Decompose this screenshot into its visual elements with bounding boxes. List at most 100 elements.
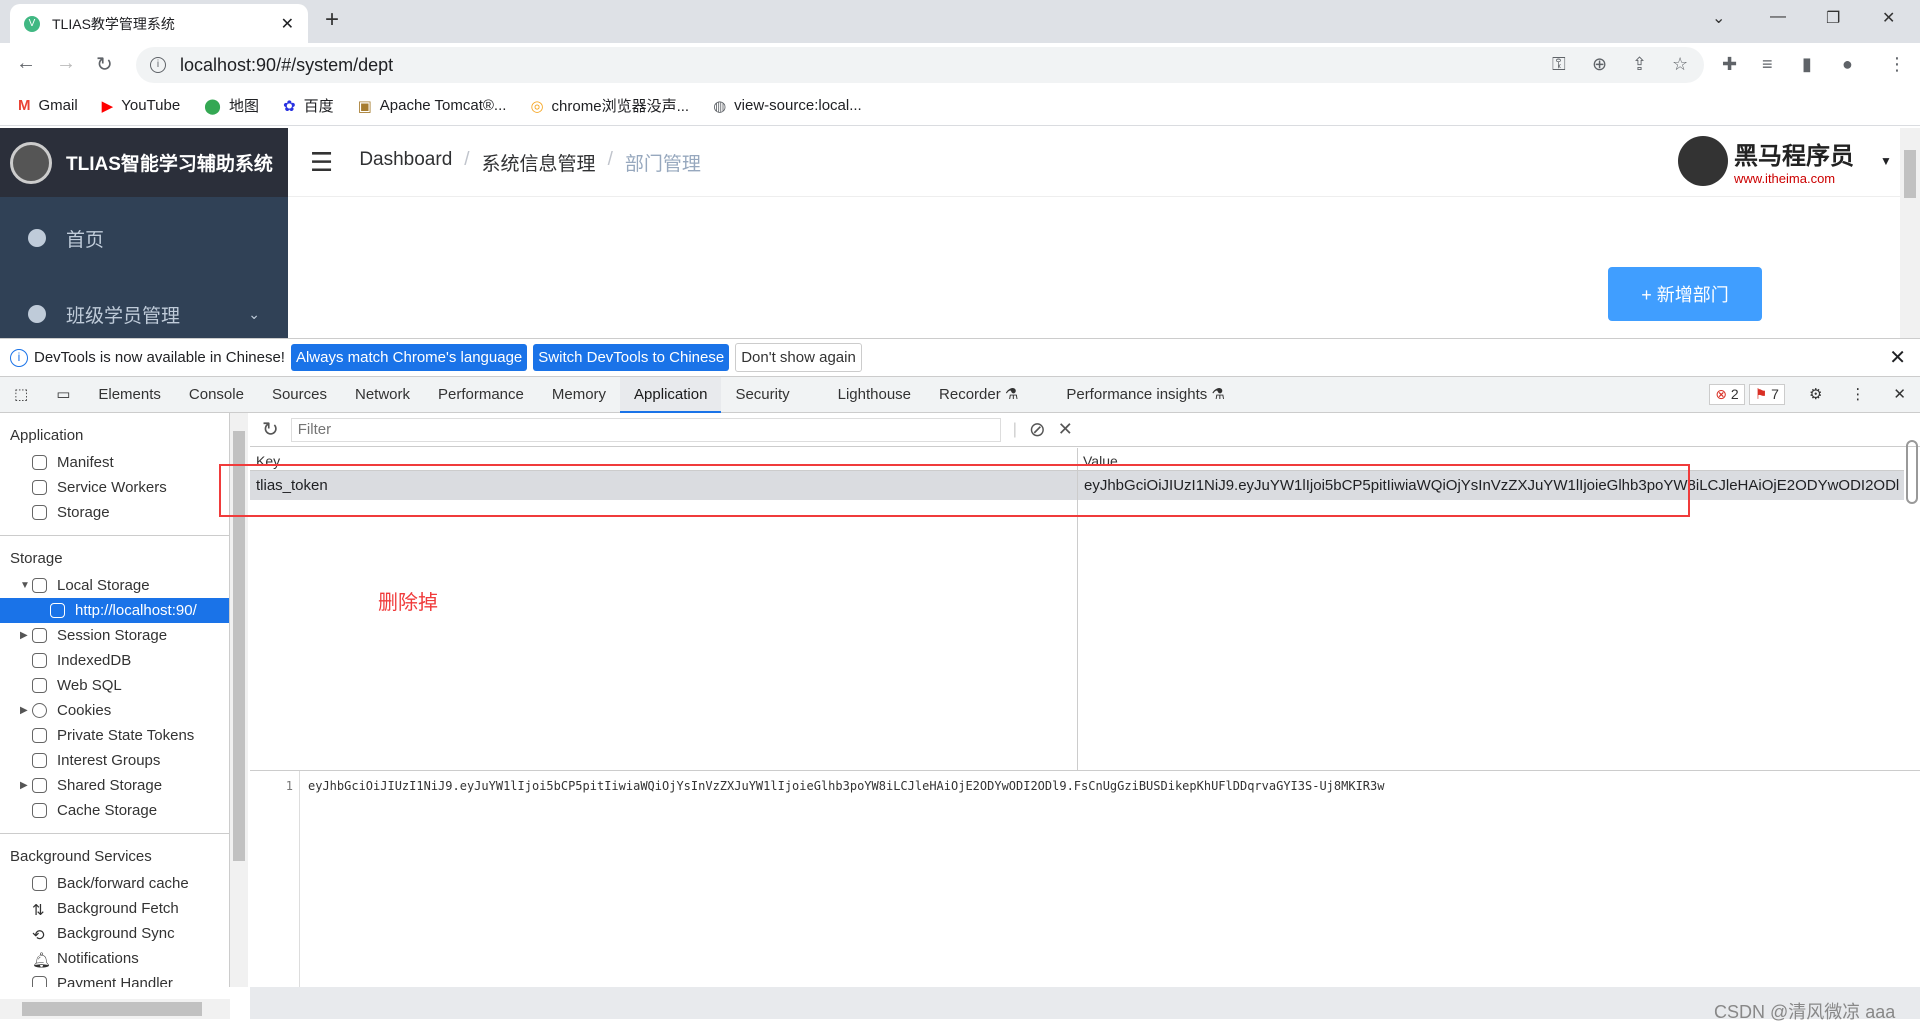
profile-avatar[interactable]: ● <box>1842 54 1853 75</box>
collapsed-arrow-icon[interactable]: ▶ <box>20 630 28 641</box>
sidebar-item-private-state-tokens[interactable]: Private State Tokens <box>0 723 229 748</box>
bookmark-youtube[interactable]: ▶ YouTube <box>102 97 181 115</box>
tab-performance-insights[interactable]: Performance insights ⚗ <box>1052 377 1239 413</box>
sidebar-item-background-fetch[interactable]: ⇅ Background Fetch <box>0 896 229 921</box>
match-language-button[interactable]: Always match Chrome's language <box>290 344 528 371</box>
sidebar-item-manifest[interactable]: Manifest <box>0 450 229 475</box>
forward-icon[interactable]: → <box>56 52 76 75</box>
sidebar-item-shared-storage[interactable]: ▶ Shared Storage <box>0 773 229 798</box>
star-icon[interactable]: ☆ <box>1672 54 1688 75</box>
media-icon[interactable]: ≡ <box>1762 54 1773 75</box>
page-scrollbar[interactable] <box>1900 128 1920 338</box>
minimize-button[interactable]: — <box>1770 8 1786 26</box>
bookmark-baidu[interactable]: ✿ 百度 <box>283 95 334 116</box>
tomcat-icon: ▣ <box>357 97 372 115</box>
sidebar-item-notifications[interactable]: 🔔︎ Notifications <box>0 946 229 971</box>
hamburger-icon[interactable]: ☰ <box>310 147 333 178</box>
sidebar-item-background-sync[interactable]: ⟲ Background Sync <box>0 921 229 946</box>
close-devtools-icon[interactable]: ✕ <box>1879 377 1920 413</box>
menu-icon <box>28 305 46 323</box>
filter-input[interactable] <box>290 417 1001 442</box>
settings-gear-icon[interactable]: ⚙ <box>1795 377 1836 413</box>
sidebar-horizontal-scrollbar[interactable] <box>0 999 230 1019</box>
restore-button[interactable]: ❐ <box>1826 8 1840 28</box>
sidebar-item-storage[interactable]: Storage <box>0 500 229 525</box>
sidebar-item-session-storage[interactable]: ▶ Session Storage <box>0 623 229 648</box>
refresh-icon[interactable]: ↻ <box>262 417 279 442</box>
brand-logo[interactable]: 黑马程序员 www.itheima.com ▼ <box>1678 136 1892 186</box>
extensions-icon[interactable]: ✚ <box>1722 54 1737 75</box>
side-panel-icon[interactable]: ▮ <box>1802 54 1812 75</box>
breadcrumb-current: 部门管理 <box>624 153 701 175</box>
sidebar-item-interest-groups[interactable]: Interest Groups <box>0 748 229 773</box>
close-tab-icon[interactable]: ✕ <box>281 14 294 34</box>
bookmark-tomcat[interactable]: ▣ Apache Tomcat®... <box>358 97 507 115</box>
tab-console[interactable]: Console <box>175 377 258 413</box>
info-icon[interactable]: i <box>150 57 166 73</box>
csdn-icon: ◎ <box>530 97 544 115</box>
bookmark-gmail[interactable]: M Gmail <box>18 97 78 114</box>
inspect-icon[interactable]: ⬚ <box>0 377 42 413</box>
sidebar-item-local-storage[interactable]: ▼ Local Storage <box>0 573 229 598</box>
sidebar-item-back-forward-cache[interactable]: Back/forward cache <box>0 871 229 896</box>
tab-security[interactable]: Security <box>721 377 803 413</box>
sidebar-item-cache-storage[interactable]: Cache Storage <box>0 798 229 823</box>
dont-show-again-button[interactable]: Don't show again <box>735 343 862 372</box>
switch-chinese-button[interactable]: Switch DevTools to Chinese <box>533 344 730 371</box>
menu-item-home[interactable]: 首页 <box>0 203 288 273</box>
zoom-icon[interactable]: ⊕ <box>1592 54 1607 75</box>
database-icon <box>32 753 47 768</box>
tab-memory[interactable]: Memory <box>538 377 620 413</box>
back-icon[interactable]: ← <box>16 52 36 75</box>
tab-network[interactable]: Network <box>341 377 424 413</box>
issues-count-badge[interactable]: ⚑ 7 <box>1748 384 1785 405</box>
new-tab-button[interactable]: + <box>325 6 339 34</box>
sidebar-item-cookies[interactable]: ▶ Cookies <box>0 698 229 723</box>
file-icon <box>32 455 47 470</box>
clear-all-icon[interactable]: ⊘ <box>1029 417 1046 442</box>
breadcrumb: Dashboard / 系统信息管理 / 部门管理 <box>359 148 701 176</box>
expanded-arrow-icon[interactable]: ▼ <box>20 580 30 591</box>
vue-favicon-icon: V <box>24 15 40 32</box>
sidebar-item-service-workers[interactable]: Service Workers <box>0 475 229 500</box>
address-bar[interactable]: i localhost:90/#/system/dept <box>136 47 1704 83</box>
sidebar-item-indexeddb[interactable]: IndexedDB <box>0 648 229 673</box>
caret-down-icon[interactable]: ▼ <box>1880 154 1892 168</box>
sync-icon: ⟲ <box>32 927 45 944</box>
table-icon <box>50 603 65 618</box>
tab-sources[interactable]: Sources <box>258 377 341 413</box>
reload-icon[interactable]: ↻ <box>96 52 113 77</box>
tab-lighthouse[interactable]: Lighthouse <box>824 377 925 413</box>
error-count-badge[interactable]: ⊗ 2 <box>1709 384 1745 405</box>
share-icon[interactable]: ⇪ <box>1632 54 1647 75</box>
breadcrumb-system: 系统信息管理 <box>481 153 596 175</box>
bookmark-maps[interactable]: ⬤ 地图 <box>204 95 259 116</box>
bookmark-chrome-article[interactable]: ◎ chrome浏览器没声... <box>530 95 689 116</box>
baidu-icon: ✿ <box>282 97 296 115</box>
tab-application[interactable]: Application <box>620 376 722 413</box>
browser-tab[interactable]: V TLIAS教学管理系统 ✕ <box>10 4 308 43</box>
add-department-button[interactable]: + 新增部门 <box>1608 267 1762 321</box>
close-window-button[interactable]: ✕ <box>1882 8 1895 28</box>
sidebar-item-localhost-origin[interactable]: http://localhost:90/ <box>0 598 229 623</box>
tab-performance[interactable]: Performance <box>424 377 538 413</box>
devtools-statusbar <box>250 987 1920 1019</box>
device-toolbar-icon[interactable]: ▭ <box>42 377 84 413</box>
breadcrumb-dashboard[interactable]: Dashboard <box>359 149 452 176</box>
key-icon[interactable]: ⚿ <box>1552 54 1566 75</box>
menu-icon[interactable]: ⋮ <box>1888 54 1906 75</box>
tab-recorder[interactable]: Recorder ⚗ <box>925 377 1032 413</box>
more-options-icon[interactable]: ⋮ <box>1836 377 1879 413</box>
table-scrollbar[interactable] <box>1906 440 1918 504</box>
collapsed-arrow-icon[interactable]: ▶ <box>20 705 28 716</box>
sidebar-item-payment-handler[interactable]: Payment Handler <box>0 971 229 987</box>
tab-elements[interactable]: Elements <box>84 377 175 413</box>
close-icon[interactable]: ✕ <box>1889 345 1906 370</box>
database-icon <box>32 876 47 891</box>
bookmark-view-source[interactable]: ◍ view-source:local... <box>713 97 862 115</box>
tab-search-icon[interactable]: ⌄ <box>1712 8 1725 28</box>
sidebar-item-web-sql[interactable]: Web SQL <box>0 673 229 698</box>
dashboard-icon <box>28 229 46 247</box>
collapsed-arrow-icon[interactable]: ▶ <box>20 780 28 791</box>
delete-selected-icon[interactable]: ✕ <box>1058 419 1073 440</box>
